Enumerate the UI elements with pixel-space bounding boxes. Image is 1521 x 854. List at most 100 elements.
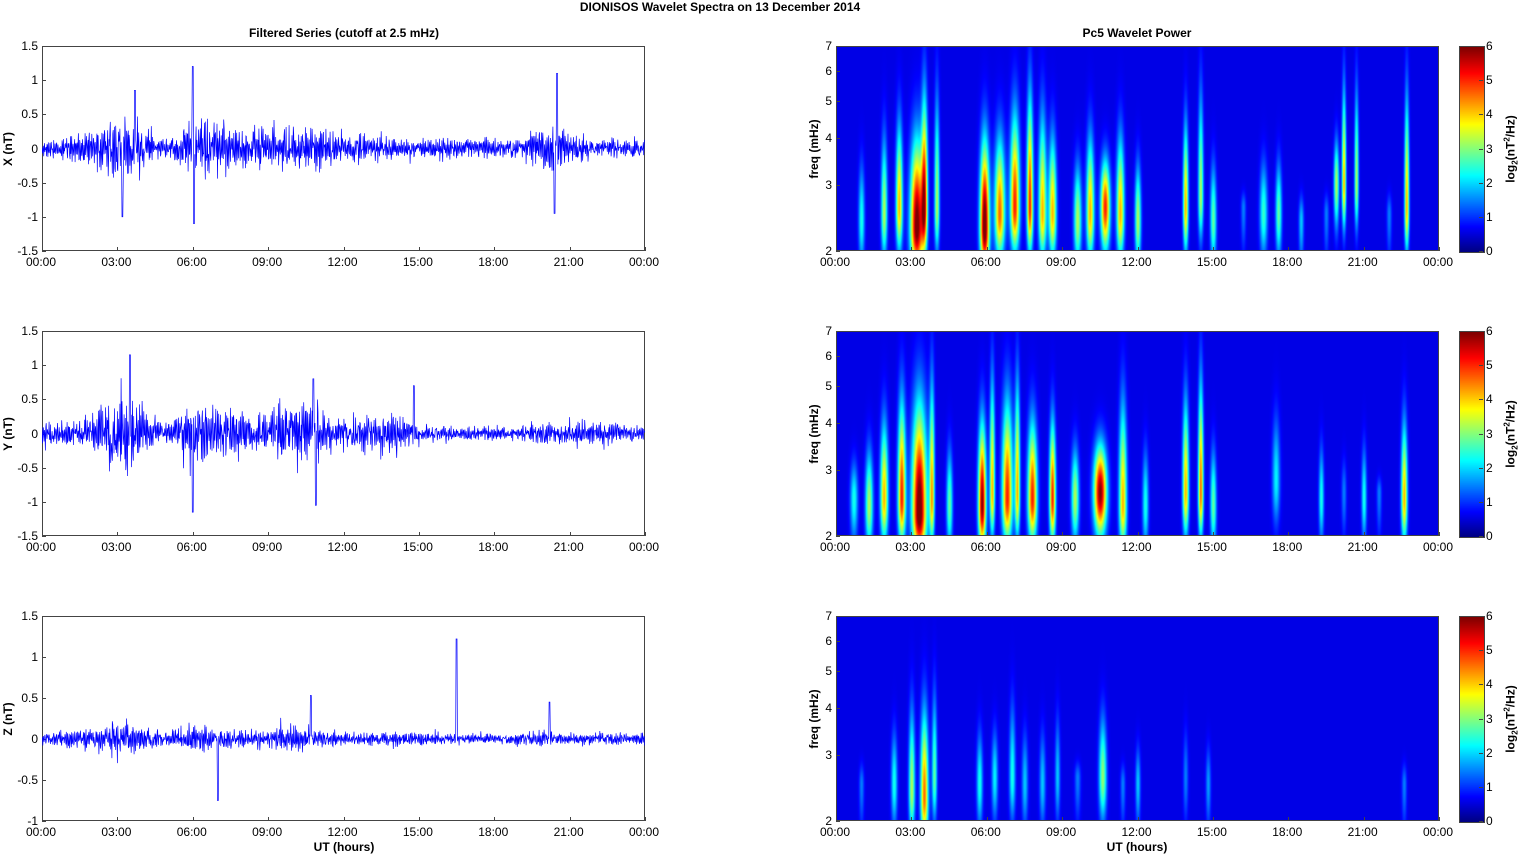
x-tick-label: 06:00 [176, 825, 207, 839]
y-tick-label: 0 [31, 426, 38, 441]
x-tick-label: 06:00 [970, 540, 1001, 554]
x-tick-mark [986, 247, 988, 251]
series-x [42, 66, 645, 225]
colorbar-tick-mark [1479, 821, 1483, 822]
spectrogram-frame [836, 331, 1439, 536]
colorbar-label-part: log [1503, 449, 1518, 468]
colorbar-tick-mark [1479, 251, 1483, 252]
x-tick-label: 00:00 [1423, 255, 1454, 269]
x-tick-label: 15:00 [1196, 825, 1227, 839]
y-tick-label: 4 [825, 130, 832, 145]
left-xlabel: UT (hours) [313, 840, 375, 854]
y-tick-mark [42, 821, 46, 822]
colorbar-tick-mark [1479, 752, 1483, 754]
colorbar-tick-label: 5 [1486, 358, 1493, 373]
x-tick-label: 12:00 [327, 825, 358, 839]
y-tick-mark [836, 137, 840, 139]
y-tick-mark [836, 251, 840, 252]
x-tick-label: 18:00 [478, 825, 509, 839]
x-tick-label: 21:00 [1347, 540, 1378, 554]
x-tick-mark [911, 247, 913, 251]
y-axis-label: Z (nT) [1, 701, 15, 736]
colorbar-tick-label: 6 [1486, 609, 1493, 623]
y-tick-mark [836, 101, 840, 103]
y-tick-label: 7 [825, 39, 832, 53]
colorbar-tick-mark [1479, 80, 1483, 82]
x-tick-mark [1363, 817, 1365, 821]
x-tick-label: 18:00 [1272, 540, 1303, 554]
colorbar-label-part: /Hz) [1503, 399, 1518, 422]
x-tick-mark [1137, 817, 1139, 821]
x-tick-label: 09:00 [1046, 540, 1077, 554]
colorbar-tick-mark [1479, 216, 1483, 218]
y-tick-label: -0.5 [17, 773, 38, 787]
x-tick-label: 18:00 [478, 540, 509, 554]
spectrogram-frame [836, 616, 1439, 821]
x-tick-label: 18:00 [1272, 825, 1303, 839]
colorbar-tick-mark [1479, 365, 1483, 367]
y-tick-mark [836, 754, 840, 756]
x-tick-mark [1137, 532, 1139, 536]
x-tick-mark [836, 817, 837, 821]
colorbar-tick-label: 3 [1486, 711, 1493, 726]
colorbar-tick-mark [1479, 467, 1483, 469]
x-tick-label: 03:00 [101, 540, 132, 554]
x-tick-label: 09:00 [1046, 825, 1077, 839]
colorbar-label-part: 2 [1502, 136, 1512, 142]
x-tick-label: 12:00 [1121, 825, 1152, 839]
colorbar-tick-mark [1479, 684, 1483, 686]
colorbar-tick-mark [1479, 148, 1483, 150]
series-y [42, 354, 645, 513]
y-tick-mark [836, 707, 840, 709]
x-tick-mark [1439, 247, 1440, 251]
y-tick-label: 0 [31, 141, 38, 156]
x-tick-label: 00:00 [1423, 825, 1454, 839]
y-tick-label: -0.5 [17, 175, 38, 190]
x-tick-mark [1363, 532, 1365, 536]
x-tick-label: 00:00 [26, 540, 57, 554]
y-tick-mark [836, 422, 840, 424]
y-tick-label: 3 [825, 462, 832, 477]
colorbar-tick-mark [1479, 46, 1483, 47]
y-tick-label: 6 [825, 349, 832, 364]
x-tick-label: 21:00 [1347, 255, 1378, 269]
x-tick-mark [1212, 247, 1214, 251]
colorbar-label-part: log [1503, 734, 1518, 753]
x-tick-label: 03:00 [895, 255, 926, 269]
y-tick-mark [836, 671, 840, 673]
colorbar-tick-label: 1 [1486, 209, 1493, 224]
colorbar-tick-label: 6 [1486, 39, 1493, 53]
x-tick-mark [1062, 532, 1064, 536]
x-tick-label: 06:00 [970, 825, 1001, 839]
x-tick-label: 06:00 [176, 540, 207, 554]
colorbar-label-part: (nT [1503, 711, 1518, 730]
x-tick-label: 21:00 [553, 255, 584, 269]
x-tick-label: 09:00 [1046, 255, 1077, 269]
x-tick-label: 09:00 [252, 540, 283, 554]
colorbar-tick-mark [1479, 182, 1483, 184]
y-tick-label: 7 [825, 609, 832, 623]
x-tick-mark [645, 532, 646, 536]
x-tick-label: 18:00 [478, 255, 509, 269]
colorbar-label-part: (nT [1503, 426, 1518, 445]
x-tick-label: 15:00 [1196, 540, 1227, 554]
colorbar-tick-label: 4 [1486, 392, 1493, 407]
y-tick-mark [42, 536, 46, 537]
x-tick-label: 06:00 [176, 255, 207, 269]
x-tick-mark [1363, 247, 1365, 251]
x-tick-label: 00:00 [629, 540, 660, 554]
x-tick-label: 12:00 [327, 255, 358, 269]
y-tick-mark [836, 386, 840, 388]
y-tick-mark [836, 821, 840, 822]
x-tick-label: 00:00 [820, 540, 851, 554]
y-tick-label: 5 [825, 664, 832, 679]
colorbar-tick-label: 3 [1486, 141, 1493, 156]
x-tick-mark [1439, 532, 1440, 536]
x-tick-mark [986, 817, 988, 821]
x-tick-mark [1137, 247, 1139, 251]
y-tick-mark [836, 641, 840, 643]
colorbar-tick-label: 0 [1486, 814, 1493, 828]
y-tick-mark [836, 184, 840, 186]
x-tick-mark [911, 817, 913, 821]
colorbar-tick-label: 2 [1486, 745, 1493, 760]
